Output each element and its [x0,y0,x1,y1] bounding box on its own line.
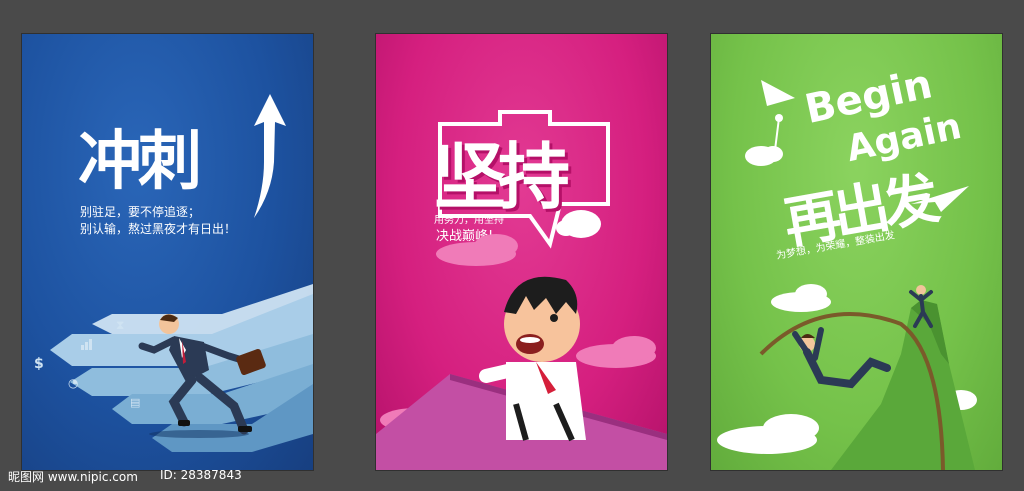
hourglass-icon: ⧗ [116,318,125,332]
triangle-decoration [761,80,795,106]
bar-chart-icon [81,339,92,350]
persist-illustration [376,210,667,470]
watermark-site-text: 昵图网 www.nipic.com [8,470,138,484]
up-arrow-icon [254,94,286,218]
poster-sprint: 冲刺 别驻足，要不停追逐； 别认输，熬过黑夜才有日出！ $ ⧗ ◔ ▤ [22,34,313,470]
paper-plane-icon [911,186,969,212]
poster-restart: Begin Again 再出发 为梦想，为荣耀，整装出发 [711,34,1002,470]
dollar-icon: $ [34,356,44,372]
running-businessman [138,314,266,438]
restart-illustration [717,284,977,470]
pie-chart-icon: ◔ [68,376,79,390]
poster-sprint-title: 冲刺 [78,125,202,199]
watermark-id-text: ID: 28387843 [160,468,242,482]
poster-sprint-line-1: 别驻足，要不停追逐； [80,205,201,219]
poster-persist: 坚持 用努力，用坚持 决战巅峰! [376,34,667,470]
poster-sprint-line-2: 别认输，熬过黑夜才有日出！ [80,222,237,236]
